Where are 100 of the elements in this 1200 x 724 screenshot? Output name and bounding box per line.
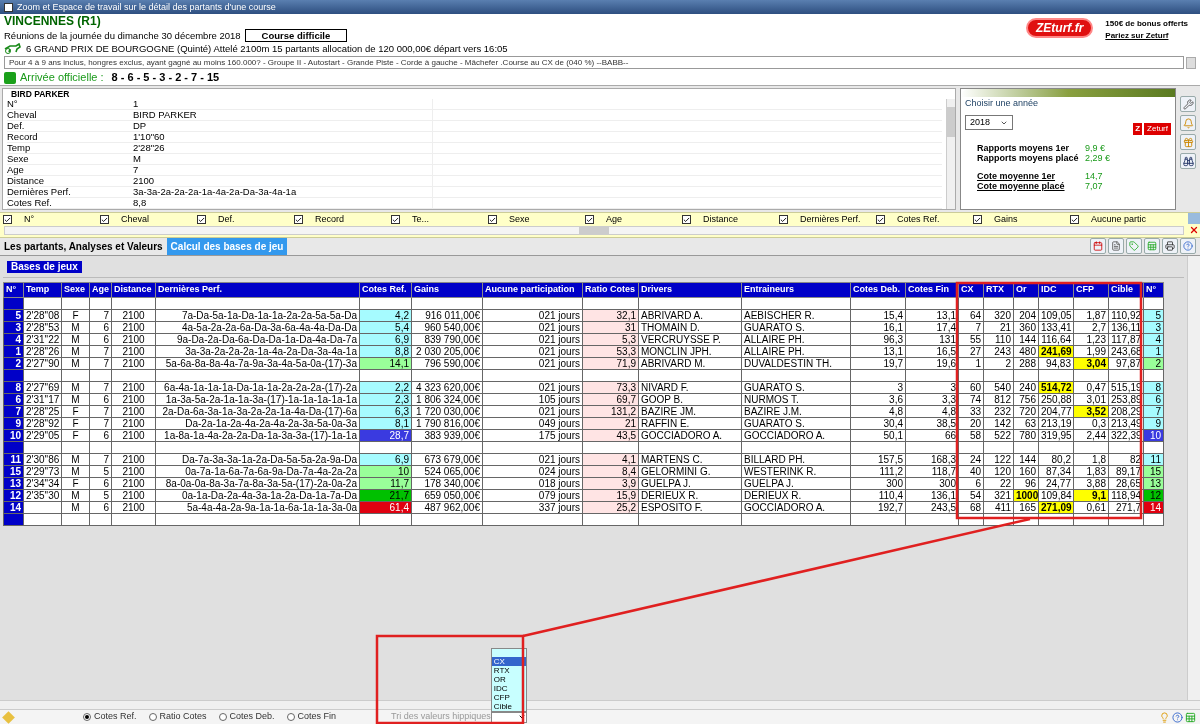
table-cell: 2100 (111, 465, 156, 478)
checkbox[interactable] (3, 215, 12, 224)
column-header[interactable]: Age (89, 282, 112, 298)
column-header[interactable]: Distance (111, 282, 156, 298)
checkbox[interactable] (779, 215, 788, 224)
column-header[interactable]: Gains (411, 282, 483, 298)
table-cell: 80,2 (1038, 453, 1074, 466)
table-cell: 7 (958, 321, 984, 334)
checkbox[interactable] (876, 215, 885, 224)
column-header[interactable]: N° (3, 282, 24, 298)
horse-cart-icon (4, 43, 22, 54)
table-cell: 1a-8a-1a-4a-2a-2a-Da-1a-3a-3a-(17)-1a-1a (155, 429, 360, 442)
vertical-scrollbar[interactable] (946, 99, 955, 209)
zeturf-logo[interactable]: ZEturf.fr (1026, 18, 1094, 38)
table-cell: 240 (1013, 381, 1039, 394)
table-cell: 60 (958, 381, 984, 394)
table-cell: 0,47 (1073, 381, 1109, 394)
table-cell: 4,8 (905, 405, 959, 418)
close-icon[interactable] (1188, 224, 1200, 235)
table-cell: 157,5 (850, 453, 906, 466)
dropdown-option[interactable]: CFP (491, 692, 526, 702)
dropdown-option[interactable]: CX (491, 656, 526, 666)
print-icon[interactable] (1162, 238, 1178, 254)
tab[interactable]: Les partants, Analyses et Valeurs (0, 238, 167, 255)
checkbox[interactable] (294, 215, 303, 224)
radio-option[interactable]: Cotes Ref. (83, 710, 137, 724)
scrollbar[interactable] (1186, 56, 1196, 69)
stat-label[interactable]: Cote moyenne placé (977, 180, 1085, 191)
dropdown-option[interactable]: IDC (491, 683, 526, 693)
column-header[interactable]: Cotes Fin (905, 282, 959, 298)
arrival-label: Arrivée officielle : (20, 70, 104, 86)
table-cell: 1,23 (1073, 333, 1109, 346)
spreadsheet-icon[interactable] (1185, 711, 1196, 723)
calendar-icon[interactable] (1090, 238, 1106, 254)
checkbox[interactable] (973, 215, 982, 224)
field-label: N° (7, 99, 19, 109)
column-header[interactable]: Sexe (61, 282, 90, 298)
field-label: Def. (7, 121, 26, 131)
table-cell: 144 (1013, 333, 1039, 346)
binoculars-icon[interactable] (1180, 153, 1196, 169)
course-difficulty-button[interactable]: Course difficile (244, 29, 348, 42)
table-cell: 6 (89, 501, 112, 514)
table-cell: 2'27"69 (23, 381, 62, 394)
table-cell: 021 jours (482, 309, 583, 322)
radio-option[interactable]: Ratio Cotes (148, 710, 207, 724)
table-cell: MARTENS C. (638, 453, 742, 466)
checkbox[interactable] (585, 215, 594, 224)
table-cell: 6 (89, 393, 112, 406)
checkbox[interactable] (682, 215, 691, 224)
table-cell: THOMAIN D. (638, 321, 742, 334)
horizontal-scrollbar[interactable] (0, 700, 1200, 710)
table-cell: 049 jours (482, 417, 583, 430)
column-header[interactable]: Aucune participation (482, 282, 583, 298)
field-label: Distance (7, 176, 45, 186)
bell-icon[interactable] (1180, 115, 1196, 131)
table-cell: 96 (1013, 477, 1039, 490)
column-header[interactable]: Ratio Cotes (582, 282, 639, 298)
horizontal-scrollbar[interactable] (4, 226, 1184, 235)
table-cell: 271,7 (1108, 501, 1144, 514)
table-cell: 5a-6a-8a-8a-4a-7a-9a-3a-4a-5a-0a-(17)-3a (155, 357, 360, 370)
dropdown-option[interactable]: OR (491, 674, 526, 684)
column-header[interactable]: Cotes Ref. (359, 282, 412, 298)
table-cell: 1 790 816,00€ (411, 417, 483, 430)
bet-link[interactable]: Pariez sur Zeturf (1105, 30, 1188, 42)
year-select[interactable]: 2018 (965, 114, 1013, 131)
table-cell: 2100 (111, 381, 156, 394)
table-cell: 812 (983, 393, 1014, 406)
column-filter-label: Dernières Perf. (800, 213, 861, 226)
tag-icon[interactable] (1126, 238, 1142, 254)
checkbox[interactable] (197, 215, 206, 224)
stat-value: 7,07 (1085, 180, 1103, 191)
radio-option[interactable]: Cotes Deb. (218, 710, 275, 724)
column-header[interactable]: Cotes Deb. (850, 282, 906, 298)
table-cell: 118,94 (1108, 489, 1144, 502)
table-cell: BAZIRE JM. (638, 405, 742, 418)
column-filter-label: Def. (218, 213, 235, 226)
stat-label[interactable]: Cote moyenne 1er (977, 170, 1085, 181)
table-cell: ALLAIRE PH. (741, 345, 851, 358)
column-header[interactable]: Temp (23, 282, 62, 298)
dropdown-option[interactable]: RTX (491, 665, 526, 675)
help-icon[interactable] (1172, 711, 1183, 723)
table-cell: 2100 (111, 501, 156, 514)
checkbox[interactable] (391, 215, 400, 224)
column-filter-label: Gains (994, 213, 1018, 226)
column-header[interactable]: Drivers (638, 282, 742, 298)
column-header[interactable]: Dernières Perf. (155, 282, 360, 298)
table-cell: 300 (850, 477, 906, 490)
table-cell: F (61, 429, 90, 442)
checkbox[interactable] (100, 215, 109, 224)
dropdown-option[interactable]: Cible (491, 701, 526, 711)
document-icon[interactable] (1108, 238, 1124, 254)
radio-option[interactable]: Cotes Fin (286, 710, 337, 724)
wrench-icon[interactable] (1180, 96, 1196, 112)
checkbox[interactable] (488, 215, 497, 224)
checkbox[interactable] (1070, 215, 1079, 224)
column-header[interactable]: Entraineurs (741, 282, 851, 298)
vertical-scrollbar[interactable] (1187, 256, 1200, 700)
table-cell: 64 (958, 309, 984, 322)
table-cell: 118,7 (905, 465, 959, 478)
table-cell: F (61, 309, 90, 322)
